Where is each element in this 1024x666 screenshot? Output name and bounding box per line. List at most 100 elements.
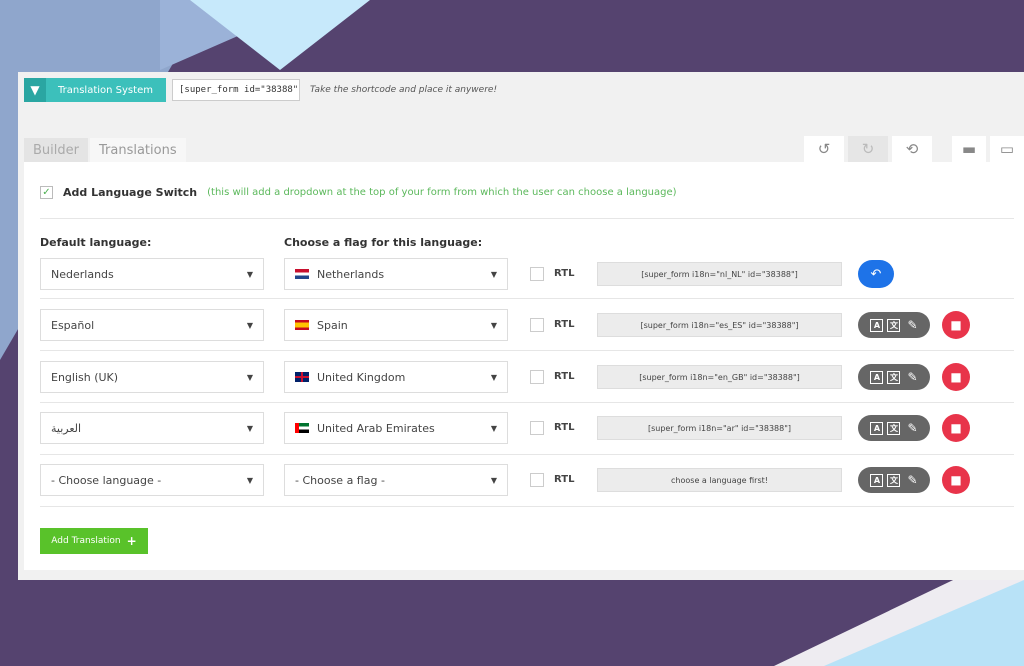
flag-value: Netherlands <box>317 267 385 281</box>
maximize-icon[interactable]: ▭ <box>990 136 1024 162</box>
translation-shortcode[interactable]: [super_form i18n="en_GB" id="38388"] <box>597 365 842 389</box>
translation-header: ▼ Translation System [super_form id="383… <box>24 78 497 102</box>
add-translation-button[interactable]: Add Translation + <box>40 528 148 554</box>
language-select[interactable]: Nederlands ▼ <box>40 258 264 290</box>
translate-edit-button[interactable]: A 文 ✎ <box>858 312 930 338</box>
flag-select[interactable]: - Choose a flag - ▼ <box>284 464 508 496</box>
language-switch-option: ✓ Add Language Switch (this will add a d… <box>40 186 1016 199</box>
plus-icon: + <box>126 534 137 548</box>
translation-shortcode[interactable]: [super_form i18n="es_ES" id="38388"] <box>597 313 842 337</box>
redo-icon[interactable]: ↻ <box>848 136 888 162</box>
rtl-checkbox[interactable] <box>530 267 544 281</box>
caret-down-icon: ▼ <box>246 424 253 433</box>
language-select[interactable]: Español ▼ <box>40 309 264 341</box>
pencil-icon: ✎ <box>907 473 918 487</box>
rtl-label: RTL <box>554 319 575 330</box>
rtl-checkbox[interactable] <box>530 318 544 332</box>
flag-value: United Kingdom <box>317 370 406 384</box>
flag-select[interactable]: United Arab Emirates ▼ <box>284 412 508 444</box>
tab-builder[interactable]: Builder <box>24 138 88 162</box>
translation-shortcode[interactable]: [super_form i18n="ar" id="38388"] <box>597 416 842 440</box>
shortcode-field[interactable]: [super_form id="38388" <box>172 79 300 101</box>
caret-down-icon: ▼ <box>246 476 253 485</box>
translation-system-title[interactable]: Translation System <box>46 78 166 102</box>
flag-heading: Choose a flag for this language: <box>284 236 483 249</box>
rtl-label: RTL <box>554 474 575 485</box>
language-switch-label: Add Language Switch <box>63 186 198 199</box>
tab-translations[interactable]: Translations <box>89 138 186 162</box>
language-switch-checkbox[interactable]: ✓ <box>40 186 53 199</box>
translation-row: Español ▼ Spain ▼ RTL [super_form i18n="es… <box>40 309 1016 343</box>
rtl-checkbox[interactable] <box>530 370 544 384</box>
translate-edit-button[interactable]: A 文 ✎ <box>858 364 930 390</box>
translation-row: Nederlands ▼ Netherlands ▼ RTL [super_form… <box>40 258 1016 292</box>
rtl-label: RTL <box>554 371 575 382</box>
translate-a-icon: A <box>870 473 884 487</box>
language-select[interactable]: - Choose language - ▼ <box>40 464 264 496</box>
caret-down-icon: ▼ <box>246 373 253 382</box>
undo-icon[interactable]: ↺ <box>804 136 844 162</box>
translate-a-icon: A <box>870 318 884 332</box>
pencil-icon: ✎ <box>907 370 918 384</box>
trash-icon[interactable]: ■ <box>942 363 970 391</box>
flag-nl-icon <box>295 269 309 279</box>
divider <box>40 506 1014 507</box>
divider <box>40 350 1014 351</box>
rtl-checkbox[interactable] <box>530 473 544 487</box>
translate-char-icon: 文 <box>887 318 901 332</box>
flag-select[interactable]: Spain ▼ <box>284 309 508 341</box>
flag-value: United Arab Emirates <box>317 421 435 435</box>
trash-icon[interactable]: ■ <box>942 311 970 339</box>
flag-select[interactable]: United Kingdom ▼ <box>284 361 508 393</box>
shortcode-hint: Take the shortcode and place it anywere! <box>310 85 498 95</box>
history-icon[interactable]: ⟲ <box>892 136 932 162</box>
tab-bar: Builder Translations <box>24 138 188 162</box>
rtl-checkbox[interactable] <box>530 421 544 435</box>
language-value: Español <box>51 318 95 332</box>
minimize-icon[interactable]: ▬ <box>952 136 986 162</box>
pencil-icon: ✎ <box>907 421 918 435</box>
caret-down-icon: ▼ <box>490 476 497 485</box>
translate-char-icon: 文 <box>887 370 901 384</box>
translate-a-icon: A <box>870 421 884 435</box>
flag-ae-icon <box>295 423 309 433</box>
reply-icon[interactable]: ↶ <box>858 260 894 288</box>
flag-value: - Choose a flag - <box>295 473 385 487</box>
flag-value: Spain <box>317 318 348 332</box>
divider <box>40 298 1014 299</box>
caret-down-icon: ▼ <box>246 321 253 330</box>
translate-edit-button[interactable]: A 文 ✎ <box>858 415 930 441</box>
language-value: Nederlands <box>51 267 114 281</box>
caret-down-icon: ▼ <box>246 270 253 279</box>
caret-down-icon: ▼ <box>490 373 497 382</box>
background-shape <box>190 0 370 70</box>
flag-select[interactable]: Netherlands ▼ <box>284 258 508 290</box>
translation-row: - Choose language - ▼ - Choose a flag - ▼ … <box>40 464 1016 498</box>
language-select[interactable]: English (UK) ▼ <box>40 361 264 393</box>
caret-down-icon: ▼ <box>490 321 497 330</box>
translation-row: English (UK) ▼ United Kingdom ▼ RTL [super… <box>40 361 1016 395</box>
translate-char-icon: 文 <box>887 421 901 435</box>
language-value: English (UK) <box>51 370 119 384</box>
language-select[interactable]: العربية ▼ <box>40 412 264 444</box>
caret-down-icon: ▼ <box>490 424 497 433</box>
translate-edit-button[interactable]: A 文 ✎ <box>858 467 930 493</box>
divider <box>40 454 1014 455</box>
language-value: - Choose language - <box>51 473 162 487</box>
translation-shortcode[interactable]: [super_form i18n="nl_NL" id="38388"] <box>597 262 842 286</box>
add-translation-label: Add Translation <box>51 536 121 546</box>
default-language-heading: Default language: <box>40 236 152 249</box>
language-switch-note: (this will add a dropdown at the top of … <box>207 187 677 198</box>
background-shape <box>824 580 1024 666</box>
trash-icon[interactable]: ■ <box>942 466 970 494</box>
caret-down-icon: ▼ <box>490 270 497 279</box>
rtl-label: RTL <box>554 268 575 279</box>
trash-icon[interactable]: ■ <box>942 414 970 442</box>
pencil-icon: ✎ <box>907 318 918 332</box>
chevron-down-icon[interactable]: ▼ <box>24 78 46 102</box>
form-builder-panel: ▼ Translation System [super_form id="383… <box>18 72 1024 580</box>
translation-row: العربية ▼ United Arab Emirates ▼ RTL [supe… <box>40 412 1016 446</box>
divider <box>40 218 1014 219</box>
translation-shortcode[interactable]: choose a language first! <box>597 468 842 492</box>
flag-gb-icon <box>295 372 309 382</box>
